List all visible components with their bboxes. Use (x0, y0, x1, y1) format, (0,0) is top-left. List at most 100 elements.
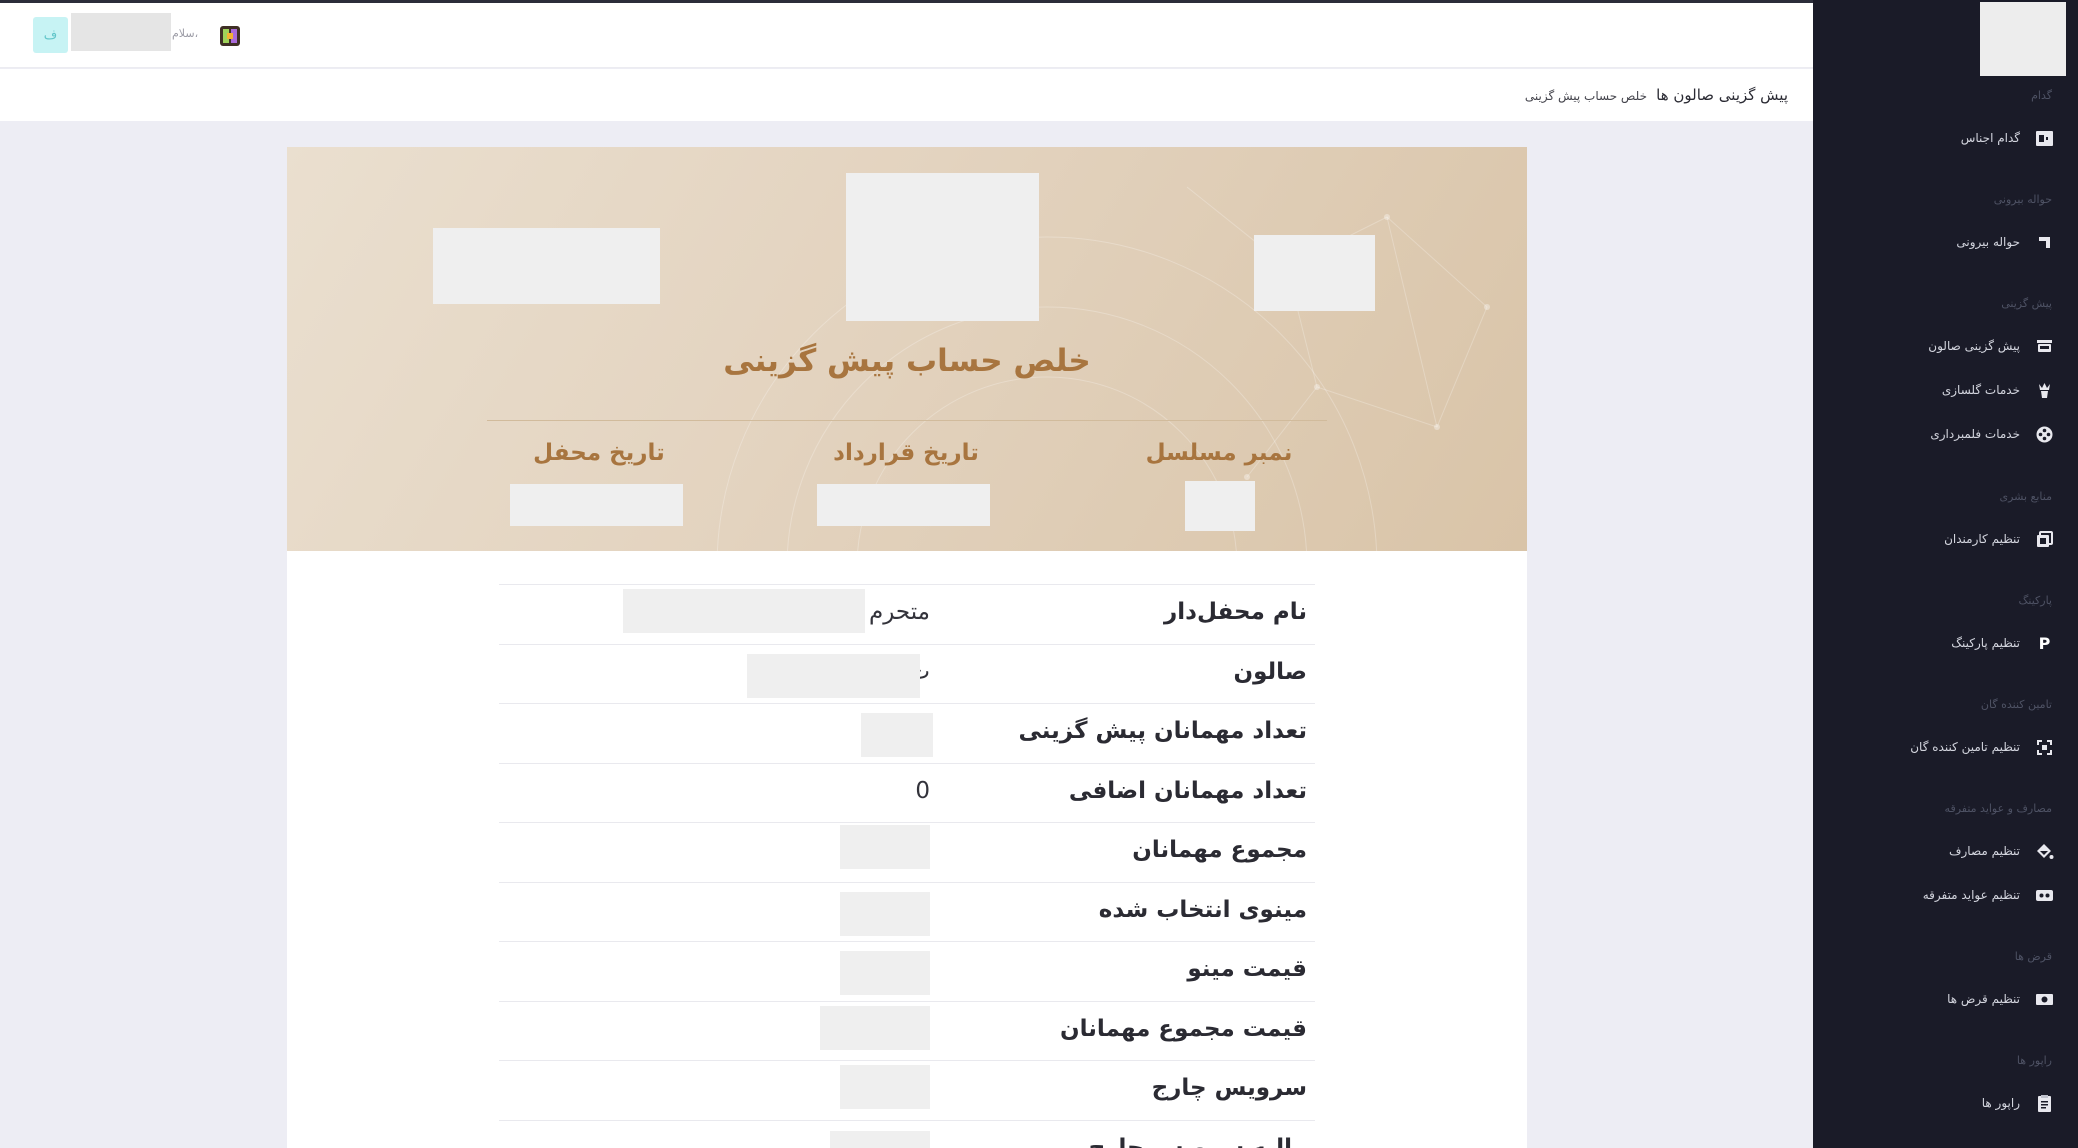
parking-icon: P (2038, 633, 2051, 653)
value-placeholder (747, 653, 920, 698)
sidebar-section-title: پارکینگ (2018, 594, 2052, 607)
table-row: قیمت مجموع مهمانان (499, 1000, 1315, 1061)
sidebar-item-transfer[interactable]: حواله بیرونی (1956, 231, 2054, 253)
value-placeholder (820, 1005, 930, 1050)
sidebar-item-label: حواله بیرونی (1956, 235, 2020, 249)
venue-date-value (510, 484, 683, 526)
sidebar-item-label: تنظیم مصارف (1949, 844, 2020, 858)
sidebar-item-label: تنظیم عواید متفرقه (1922, 888, 2020, 902)
value-placeholder (861, 713, 933, 757)
invoice-details-table: نام محفل‌دار متحرم صالون ت تعداد مهمانان… (499, 584, 1315, 1148)
logo-placeholder-left (433, 228, 660, 304)
row-label: قیمت مینو (1187, 956, 1307, 982)
user-avatar[interactable]: ف (33, 17, 68, 53)
serial-number-value (1185, 481, 1255, 531)
table-row: نام محفل‌دار متحرم (499, 584, 1315, 644)
film-icon (2035, 425, 2054, 444)
row-value: 0 (915, 777, 930, 804)
sidebar-item-reports[interactable]: راپور ها (1982, 1092, 2054, 1114)
sidebar-item-label: گدام اجناس (1960, 131, 2020, 145)
row-label: تعداد مهمانان اضافی (1068, 777, 1307, 804)
sidebar-section-title: قرض ها (2014, 950, 2052, 963)
value-placeholder (840, 891, 930, 936)
contract-date-label: تاریخ قرارداد (833, 440, 979, 466)
invoice-card: خلص حساب پیش گزینی نمبر مسلسل تاریخ قرار… (287, 147, 1527, 1148)
banner-divider (487, 420, 1327, 421)
income-icon (2035, 886, 2054, 905)
sidebar-item-label: راپور ها (1981, 1096, 2020, 1110)
sidebar-item-hall-booking[interactable]: پیش گزینی صالون (1928, 335, 2054, 357)
sidebar-item-suppliers[interactable]: تنظیم تامین کننده گان (1910, 736, 2054, 758)
sidebar-section-title: مصارف و عواید متفرقه (1944, 802, 2052, 815)
venue-date-label: تاریخ محفل (533, 440, 665, 466)
sidebar-logo[interactable] (1980, 2, 2066, 76)
transfer-icon (2035, 233, 2054, 252)
sidebar-item-label: خدمات فلمبرداری (1930, 427, 2020, 441)
sidebar-item-label: تنظیم پارکینگ (1951, 636, 2020, 650)
serial-number-label: نمبر مسلسل (1145, 440, 1293, 466)
report-icon (2035, 1094, 2054, 1113)
breadcrumb-sub: خلص حساب پیش گزینی (1524, 89, 1648, 103)
table-row: قیمت مینو (499, 941, 1315, 1001)
row-label: صالون (1233, 658, 1307, 685)
sidebar-item-loans[interactable]: تنظیم قرض ها (1947, 988, 2054, 1010)
logo-placeholder-center (846, 173, 1039, 321)
row-label: سرویس چارج (1151, 1075, 1307, 1101)
loan-icon (2035, 990, 2054, 1009)
sidebar: گدام گدام اجناس حواله بیرونی حواله بیرون… (1813, 0, 2078, 1148)
breadcrumb: پیش گزینی صالون ها خلص حساب پیش گزینی (1525, 85, 1788, 104)
sidebar-item-misc-income[interactable]: تنظیم عواید متفرقه (1923, 884, 2054, 906)
app-switcher-icon[interactable] (220, 26, 240, 46)
user-name-placeholder[interactable] (71, 13, 171, 51)
flower-icon (2035, 381, 2054, 400)
table-row: صالون ت (499, 643, 1315, 704)
sidebar-item-staff[interactable]: تنظیم کارمندان (1944, 528, 2054, 550)
table-row: تعداد مهمانان اضافی 0 (499, 762, 1315, 823)
breadcrumb-current[interactable]: پیش گزینی صالون ها (1656, 86, 1788, 104)
table-row: سرویس چارج (499, 1060, 1315, 1120)
expense-icon (2035, 842, 2054, 861)
sidebar-section-title: گدام (2031, 89, 2052, 102)
row-label: نام محفل‌دار (1164, 599, 1307, 625)
avatar-initial: ف (43, 27, 58, 43)
sidebar-item-label: تنظیم تامین کننده گان (1910, 740, 2020, 754)
sidebar-section-title: حواله بیرونی (1993, 193, 2052, 206)
table-row: مجموع مهمانان (499, 822, 1315, 882)
greeting-text: سلام، (172, 27, 199, 40)
hall-icon (2035, 337, 2054, 356)
row-value: متحرم (868, 599, 930, 625)
sidebar-item-label: تنظیم قرض ها (1947, 992, 2020, 1006)
value-placeholder (840, 1065, 930, 1109)
invoice-title: خلص حساب پیش گزینی (723, 343, 1091, 379)
row-label: تعداد مهمانان پیش گزینی (1018, 718, 1307, 744)
contract-date-value (817, 484, 990, 526)
sidebar-section-title: منابع بشری (1999, 490, 2052, 503)
sidebar-section-title: تامین کننده گان (1980, 698, 2052, 711)
sidebar-item-expenses[interactable]: تنظیم مصارف (1949, 840, 2054, 862)
table-row: مینوی انتخاب شده (499, 881, 1315, 942)
logo-placeholder-right (1254, 235, 1375, 311)
sidebar-item-label: تنظیم کارمندان (1944, 532, 2020, 546)
sidebar-item-flowers[interactable]: خدمات گلسازی (1942, 379, 2054, 401)
top-header: ف سلام، (0, 3, 1813, 68)
table-row: تعداد مهمانان پیش گزینی (499, 703, 1315, 763)
sidebar-item-label: پیش گزینی صالون (1928, 339, 2020, 353)
sidebar-item-warehouse[interactable]: گدام اجناس (1961, 127, 2054, 149)
breadcrumb-bar: پیش گزینی صالون ها خلص حساب پیش گزینی (0, 69, 1813, 121)
value-placeholder (840, 825, 930, 869)
value-placeholder (623, 589, 865, 633)
row-label: مینوی انتخاب شده (1098, 896, 1307, 923)
warehouse-icon (2035, 129, 2054, 148)
table-row: مالیه سرویس چارج (499, 1119, 1315, 1148)
value-placeholder (840, 951, 930, 995)
value-placeholder (830, 1130, 930, 1148)
row-label: مجموع مهمانان (1132, 837, 1307, 863)
invoice-banner: خلص حساب پیش گزینی نمبر مسلسل تاریخ قرار… (287, 147, 1527, 551)
staff-icon (2035, 530, 2054, 549)
row-label: قیمت مجموع مهمانان (1060, 1015, 1307, 1042)
sidebar-item-label: خدمات گلسازی (1941, 383, 2020, 397)
sidebar-item-filming[interactable]: خدمات فلمبرداری (1930, 423, 2054, 445)
sidebar-section-title: پیش گزینی (2001, 297, 2052, 310)
supplier-icon (2035, 738, 2054, 757)
sidebar-item-parking[interactable]: P تنظیم پارکینگ (1951, 632, 2054, 654)
